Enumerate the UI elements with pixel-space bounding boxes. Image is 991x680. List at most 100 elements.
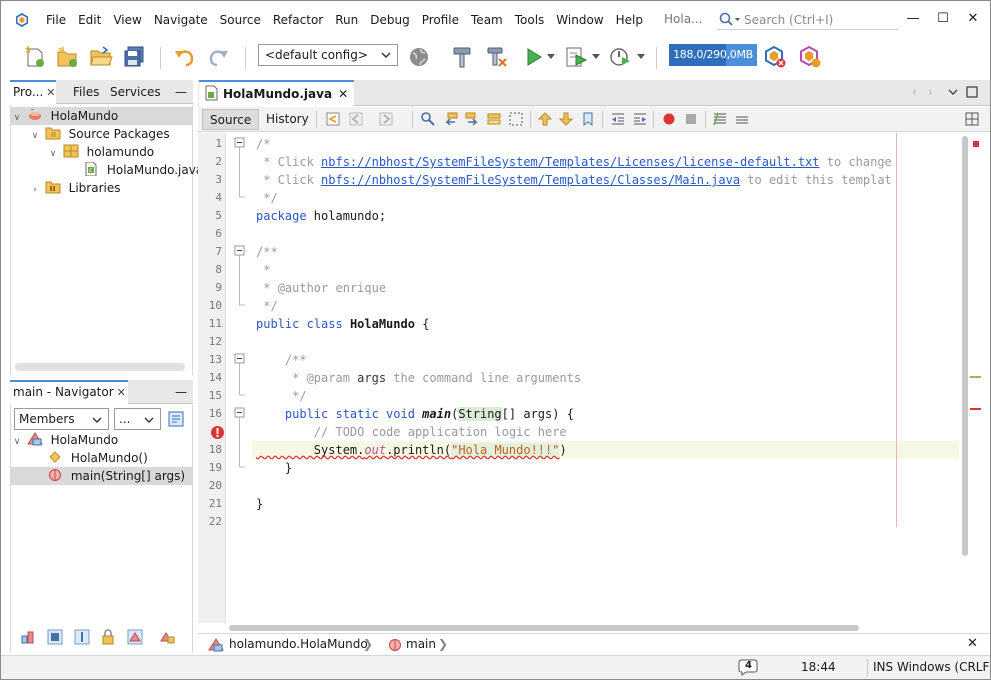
- members-filter-select[interactable]: Members: [14, 408, 109, 430]
- close-icon[interactable]: ✕: [338, 87, 348, 101]
- notifications-button[interactable]: 4: [738, 658, 758, 676]
- tree-item-java-file[interactable]: c HolaMundo.java: [83, 161, 203, 179]
- menu-source[interactable]: Source: [214, 12, 267, 28]
- source-view-button[interactable]: Source: [202, 109, 260, 130]
- close-window-button[interactable]: ✕: [966, 11, 980, 27]
- show-nonpublic-icon[interactable]: [100, 629, 116, 645]
- chevron-down-icon[interactable]: ∨: [29, 127, 41, 145]
- chevron-down-icon[interactable]: ∨: [11, 109, 23, 127]
- editor-tab[interactable]: HolaMundo.java ✕: [199, 80, 355, 106]
- search-field[interactable]: Search (Ctrl+I): [717, 10, 898, 30]
- toggle-highlight-icon[interactable]: [486, 111, 502, 127]
- tab-files[interactable]: Files: [70, 80, 99, 104]
- error-status-marker[interactable]: [973, 141, 979, 147]
- uncomment-icon[interactable]: [734, 111, 750, 127]
- breadcrumb-class[interactable]: holamundo.HolaMundo: [229, 637, 368, 651]
- class-template-link[interactable]: nbfs://nbhost/SystemFileSystem/Templates…: [321, 173, 740, 187]
- stop-macro-recording-icon[interactable]: [683, 111, 699, 127]
- nav-item-method[interactable]: main(String[] args): [11, 467, 192, 485]
- split-editor-icon[interactable]: [964, 111, 980, 127]
- scroll-tabs-left-icon[interactable]: ‹: [912, 85, 917, 99]
- gc-icon[interactable]: [763, 45, 787, 69]
- pause-io-icon[interactable]: [798, 45, 822, 69]
- show-inner-classes-icon[interactable]: [127, 629, 143, 645]
- editor-horizontal-scrollbar[interactable]: [229, 625, 859, 631]
- profile-project-icon[interactable]: [608, 45, 632, 69]
- tab-services[interactable]: Services: [107, 80, 161, 104]
- find-selection-icon[interactable]: [420, 111, 436, 127]
- menu-tools[interactable]: Tools: [509, 12, 551, 28]
- menu-view[interactable]: View: [107, 12, 147, 28]
- tree-item-source-packages[interactable]: ∨ Source Packages: [29, 125, 170, 143]
- redo-icon[interactable]: [206, 45, 230, 69]
- navigator-filter2-select[interactable]: ...: [114, 408, 161, 430]
- menu-debug[interactable]: Debug: [364, 12, 415, 28]
- license-template-link[interactable]: nbfs://nbhost/SystemFileSystem/Templates…: [321, 155, 820, 169]
- toggle-bookmark-icon[interactable]: [580, 111, 596, 127]
- history-view-button[interactable]: History: [259, 109, 316, 130]
- menu-navigate[interactable]: Navigate: [148, 12, 214, 28]
- minimize-button[interactable]: —: [906, 11, 920, 27]
- chevron-down-icon[interactable]: ∨: [11, 433, 23, 451]
- minimize-panel-button[interactable]: —: [175, 85, 187, 99]
- config-select[interactable]: <default config>: [258, 44, 398, 66]
- build-hammer-icon[interactable]: [451, 45, 475, 69]
- nav-item-class[interactable]: ∨ HolaMundo: [11, 431, 118, 449]
- run-project-icon[interactable]: [522, 45, 546, 69]
- globe-browser-icon[interactable]: [408, 45, 432, 69]
- start-macro-recording-icon[interactable]: [661, 111, 677, 127]
- minimize-panel-button[interactable]: —: [175, 385, 187, 399]
- line-endings[interactable]: Windows (CRLF): [897, 660, 990, 674]
- tab-projects[interactable]: Pro... ✕: [10, 80, 56, 104]
- menu-run[interactable]: Run: [329, 12, 364, 28]
- chevron-right-icon[interactable]: ›: [29, 181, 41, 199]
- undo-icon[interactable]: [173, 45, 197, 69]
- maximize-button[interactable]: ☐: [936, 11, 950, 27]
- save-all-icon[interactable]: [122, 45, 146, 69]
- menu-team[interactable]: Team: [465, 12, 509, 28]
- find-previous-icon[interactable]: [443, 111, 459, 127]
- close-icon[interactable]: ✕: [46, 86, 55, 99]
- chevron-down-icon[interactable]: [948, 88, 958, 96]
- open-project-icon[interactable]: [89, 45, 113, 69]
- rectangular-selection-icon[interactable]: [508, 111, 524, 127]
- menu-help[interactable]: Help: [610, 12, 649, 28]
- breadcrumb-method[interactable]: main: [406, 637, 436, 651]
- debug-project-icon[interactable]: [564, 45, 588, 69]
- shift-right-icon[interactable]: [632, 111, 648, 127]
- code-editor[interactable]: /* * Click nbfs://nbhost/SystemFileSyste…: [252, 133, 959, 623]
- sort-by-name-icon[interactable]: [159, 629, 175, 645]
- new-project-icon[interactable]: [55, 45, 79, 69]
- next-bookmark-icon[interactable]: [558, 111, 574, 127]
- show-fields-icon[interactable]: [47, 629, 63, 645]
- menu-refactor[interactable]: Refactor: [267, 12, 329, 28]
- chevron-down-icon[interactable]: ∨: [47, 145, 59, 163]
- back-icon[interactable]: [348, 111, 364, 127]
- memory-usage-bar[interactable]: 188,0/290,0MB: [669, 44, 757, 66]
- show-static-icon[interactable]: [74, 629, 90, 645]
- shift-left-icon[interactable]: [610, 111, 626, 127]
- new-file-icon[interactable]: [23, 45, 47, 69]
- tree-item-project[interactable]: ∨ HolaMundo: [11, 107, 192, 125]
- tab-navigator[interactable]: main - Navigator ✕: [10, 380, 128, 404]
- projects-horizontal-scrollbar[interactable]: [15, 363, 185, 371]
- debug-dropdown-icon[interactable]: [592, 54, 600, 60]
- show-inherited-icon[interactable]: [20, 629, 36, 645]
- close-icon[interactable]: ✕: [117, 386, 126, 399]
- menu-file[interactable]: File: [40, 12, 72, 28]
- error-marker[interactable]: [970, 408, 981, 410]
- last-edit-icon[interactable]: [325, 111, 341, 127]
- tree-item-package[interactable]: ∨ holamundo: [47, 143, 154, 161]
- maximize-editor-icon[interactable]: [966, 86, 978, 98]
- error-annotation-icon[interactable]: [210, 425, 225, 440]
- profile-dropdown-icon[interactable]: [637, 54, 645, 60]
- nav-item-constructor[interactable]: HolaMundo(): [47, 449, 148, 467]
- menu-edit[interactable]: Edit: [72, 12, 107, 28]
- menu-window[interactable]: Window: [550, 12, 609, 28]
- tree-item-libraries[interactable]: › Libraries: [29, 179, 120, 197]
- warning-marker[interactable]: [970, 376, 981, 378]
- scroll-tabs-right-icon[interactable]: ›: [928, 85, 933, 99]
- clean-build-icon[interactable]: [485, 45, 509, 69]
- javadoc-toggle-icon[interactable]: [167, 410, 185, 428]
- forward-icon[interactable]: [378, 111, 394, 127]
